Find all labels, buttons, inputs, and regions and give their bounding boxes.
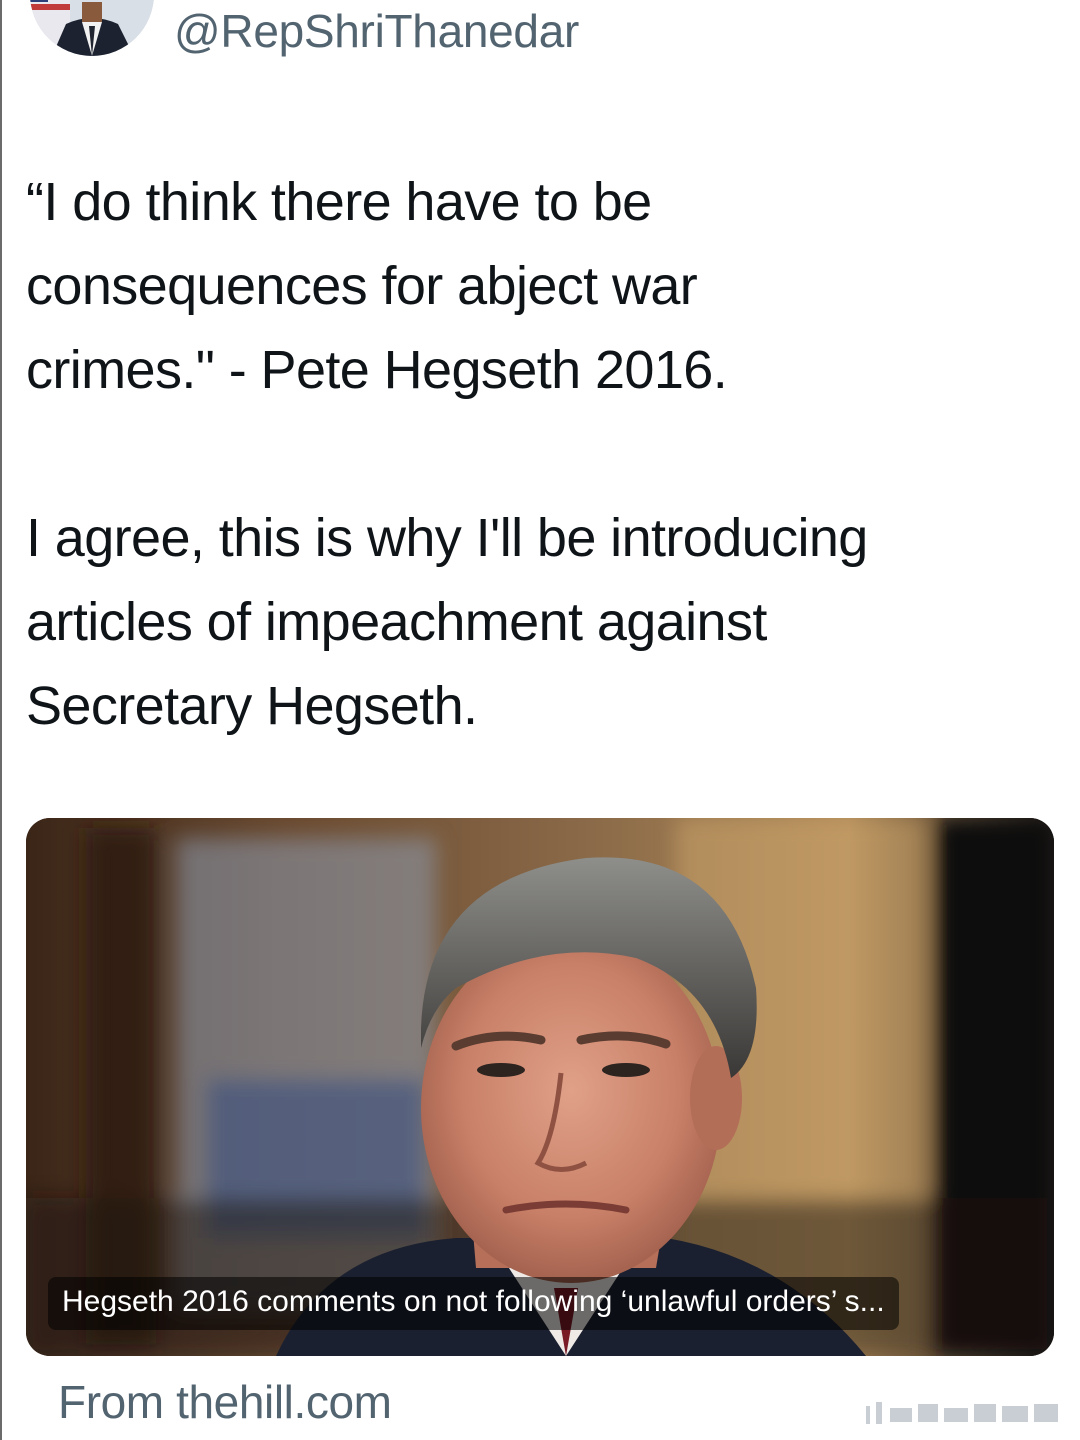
link-preview-card[interactable]: Hegseth 2016 comments on not following ‘… [26,818,1054,1356]
profile-avatar[interactable] [30,0,154,56]
tweet-screenshot: @RepShriThanedar “I do think there have … [0,0,1080,1440]
author-handle[interactable]: @RepShriThanedar [174,0,579,62]
link-source-domain[interactable]: From thehill.com [58,1372,392,1432]
avatar-image [30,0,154,56]
news-photo-image [26,818,1054,1356]
tweet-body: “I do think there have to be consequence… [26,160,1056,748]
tweet-paragraph-statement: I agree, this is why I'll be introducing… [26,508,868,736]
tweet-paragraph-quote: “I do think there have to be consequence… [26,172,728,400]
link-card-caption: Hegseth 2016 comments on not following ‘… [48,1277,899,1330]
watermark-icon [866,1402,1058,1424]
left-edge-border [0,0,2,1440]
